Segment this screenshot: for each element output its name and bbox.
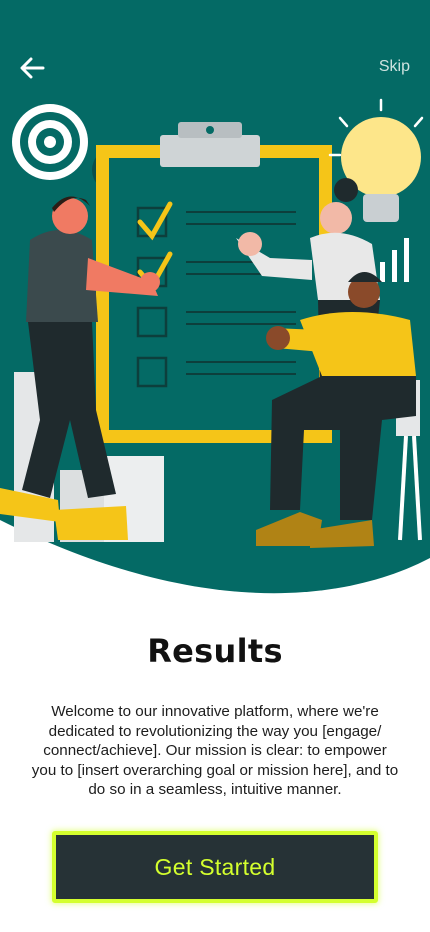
get-started-label: Get Started [154,853,276,880]
onboarding-screen: Skip Results Welcome to our innovative p… [0,0,430,932]
skip-button[interactable]: Skip [379,58,410,76]
page-description: Welcome to our innovative platform, wher… [31,703,399,798]
top-bar: Skip [0,0,430,130]
get-started-button[interactable]: Get Started [52,831,378,903]
back-button[interactable] [16,52,48,84]
arrow-left-icon [20,57,45,79]
page-title: Results [147,632,283,670]
